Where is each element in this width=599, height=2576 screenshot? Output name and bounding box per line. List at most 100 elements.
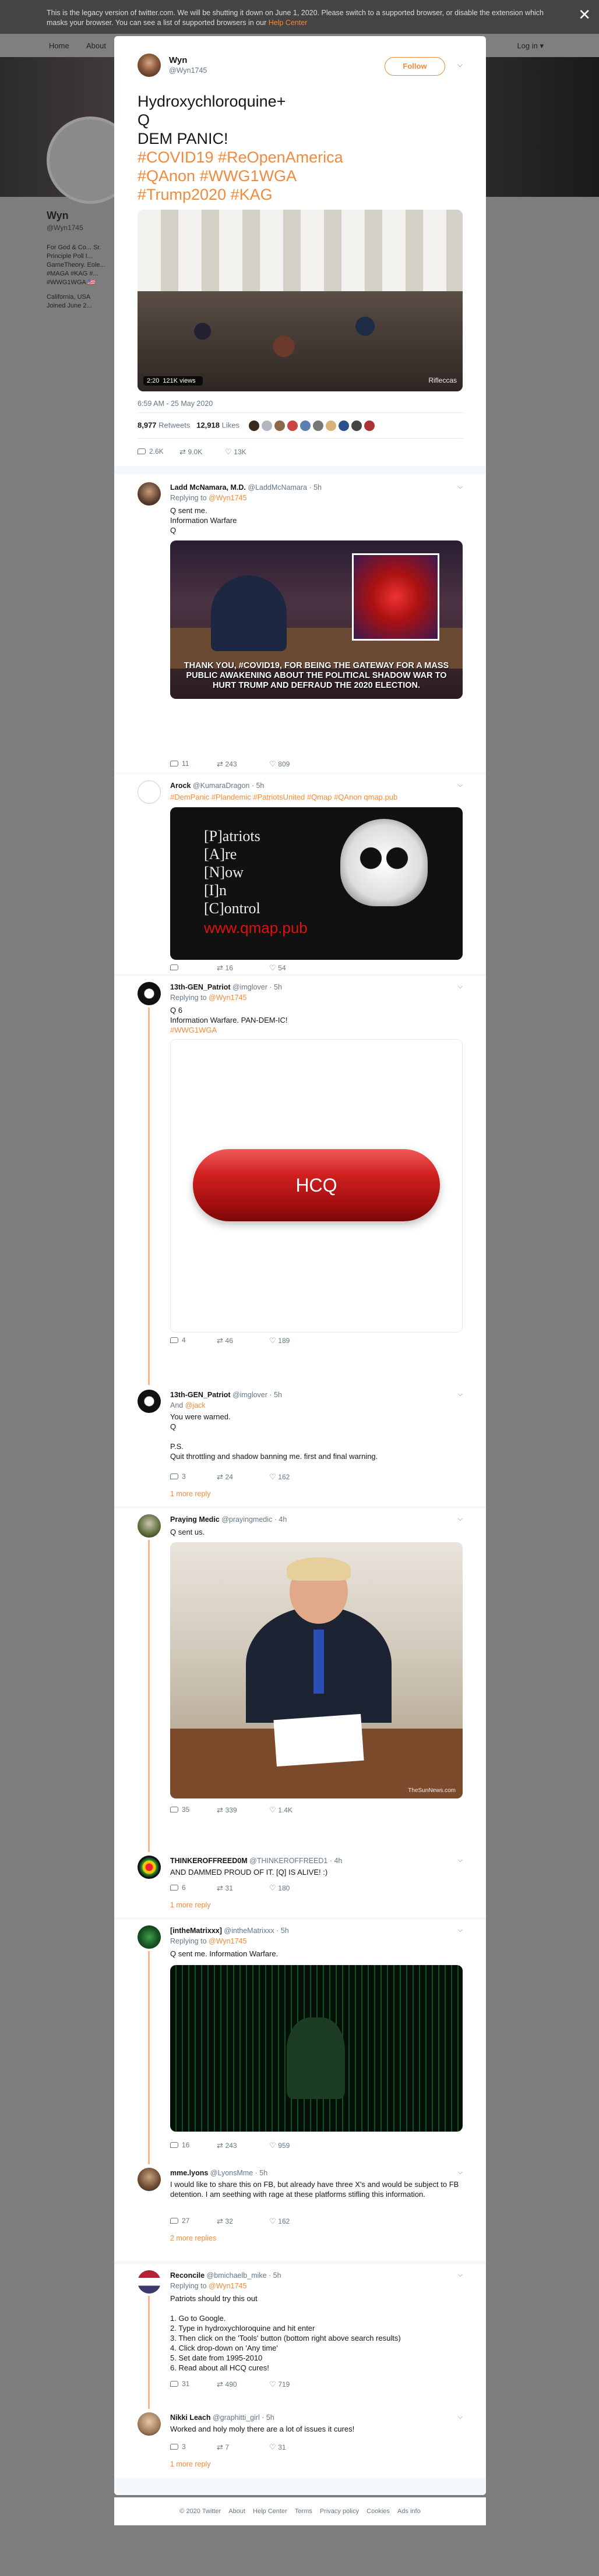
more-replies-link[interactable]: 2 more replies bbox=[170, 2234, 216, 2242]
retweet-action[interactable]: ⇄ 7 bbox=[217, 2443, 229, 2452]
more-replies-link[interactable]: 1 more reply bbox=[170, 2460, 210, 2468]
retweet-action[interactable]: ⇄ 490 bbox=[217, 2380, 237, 2389]
avatar[interactable] bbox=[248, 421, 259, 431]
chevron-down-icon[interactable]: ⌵ bbox=[458, 1391, 463, 1398]
tweet-image[interactable]: HCQ bbox=[170, 1039, 463, 1333]
like-action[interactable]: ♡ 959 bbox=[269, 2141, 290, 2150]
reply-action[interactable]: 3 bbox=[170, 2443, 186, 2451]
like-action[interactable]: ♡ 162 bbox=[269, 1472, 290, 1482]
avatar[interactable] bbox=[138, 2412, 161, 2436]
retweet-count[interactable]: 8,977 bbox=[138, 421, 157, 429]
retweet-action[interactable]: ⇄ 243 bbox=[217, 759, 237, 769]
nav-home[interactable]: Home bbox=[49, 41, 69, 50]
retweet-action[interactable]: ⇄ 243 bbox=[217, 2141, 237, 2150]
like-action[interactable]: ♡ 809 bbox=[269, 759, 290, 769]
avatar[interactable] bbox=[300, 421, 311, 431]
like-action[interactable]: ♡ 719 bbox=[269, 2380, 290, 2389]
chevron-down-icon[interactable]: ⌵ bbox=[458, 2414, 463, 2421]
reply-action[interactable]: 31 bbox=[170, 2380, 189, 2388]
reply-action[interactable]: 6 bbox=[170, 1884, 186, 1892]
like-action[interactable]: ♡ 1.4K bbox=[269, 1805, 293, 1815]
replying-to-link[interactable]: @Wyn1745 bbox=[209, 494, 246, 502]
chevron-down-icon[interactable]: ⌵ bbox=[458, 782, 463, 789]
footer-help-link[interactable]: Help Center bbox=[253, 2508, 287, 2515]
reply-action[interactable]: 35 bbox=[170, 1805, 189, 1814]
avatar[interactable] bbox=[287, 421, 298, 431]
reply-hashtags[interactable]: #DemPanic #Plandemic #PatriotsUnited #Qm… bbox=[170, 793, 397, 801]
retweet-action[interactable]: ⇄ 24 bbox=[217, 1472, 233, 1482]
close-icon[interactable]: ✕ bbox=[578, 7, 591, 22]
chevron-down-icon[interactable]: ⌵ bbox=[458, 1927, 463, 1934]
chevron-down-icon[interactable]: ⌵ bbox=[458, 2271, 463, 2279]
like-action[interactable]: ♡ 13K bbox=[225, 447, 246, 457]
avatar[interactable] bbox=[138, 780, 161, 804]
like-count[interactable]: 12,918 bbox=[196, 421, 220, 429]
like-action[interactable]: ♡ 54 bbox=[269, 963, 286, 973]
author-name[interactable]: Wyn bbox=[169, 55, 187, 65]
replying-to-link[interactable]: @Wyn1745 bbox=[209, 1937, 246, 1945]
avatar[interactable] bbox=[338, 421, 349, 431]
avatar[interactable] bbox=[325, 421, 336, 431]
tweet-video[interactable]: 2:20 121K views Rifleccas bbox=[138, 210, 463, 391]
footer-cookies-link[interactable]: Cookies bbox=[367, 2508, 390, 2515]
tweet-timestamp[interactable]: 6:59 AM - 25 May 2020 bbox=[138, 400, 213, 408]
reply-action[interactable]: 27 bbox=[170, 2217, 189, 2225]
avatar[interactable] bbox=[138, 1925, 161, 1949]
avatar[interactable] bbox=[138, 2270, 161, 2294]
reply-tweet[interactable]: Nikki Leach @graphitti_girl · 5h ⌵ Worke… bbox=[114, 2409, 486, 2478]
nav-login[interactable]: Log in ▾ bbox=[517, 41, 544, 51]
retweet-action[interactable]: ⇄ 9.0K bbox=[179, 447, 202, 457]
avatar[interactable] bbox=[261, 421, 272, 431]
avatar[interactable] bbox=[274, 421, 285, 431]
retweet-action[interactable]: ⇄ 339 bbox=[217, 1805, 237, 1815]
footer-about-link[interactable]: About bbox=[228, 2508, 245, 2515]
retweet-action[interactable]: ⇄ 46 bbox=[217, 1336, 233, 1345]
reply-action[interactable]: 3 bbox=[170, 1472, 186, 1480]
follow-button[interactable]: Follow bbox=[385, 57, 445, 76]
reply-author[interactable]: Reconcile @bmichaelb_mike · 5h bbox=[170, 2271, 281, 2280]
tweet-image[interactable] bbox=[170, 1965, 463, 2132]
tweet-image[interactable]: [P]atriots [A]re [N]ow [I]n [C]ontrol ww… bbox=[170, 807, 463, 960]
chevron-down-icon[interactable]: ⌵ bbox=[458, 2169, 463, 2176]
avatar[interactable] bbox=[312, 421, 323, 431]
reply-author[interactable]: [intheMatrixxx] @intheMatrixxx · 5h bbox=[170, 1927, 289, 1935]
avatar[interactable] bbox=[138, 1390, 161, 1413]
like-action[interactable]: ♡ 180 bbox=[269, 1884, 290, 1893]
nav-about[interactable]: About bbox=[86, 41, 106, 50]
footer-ads-link[interactable]: Ads info bbox=[397, 2508, 421, 2515]
chevron-down-icon[interactable]: ⌵ bbox=[458, 1857, 463, 1864]
tweet-image[interactable]: THANK YOU, #COVID19, FOR BEING THE GATEW… bbox=[170, 540, 463, 699]
reply-author[interactable]: Ladd McNamara, M.D. @LaddMcNamara · 5h bbox=[170, 483, 322, 492]
retweet-action[interactable]: ⇄ 31 bbox=[217, 1884, 233, 1893]
tweet-hashtags[interactable]: #QAnon #WWG1WGA bbox=[138, 167, 464, 185]
reply-hashtag[interactable]: #WWG1WGA bbox=[170, 1025, 461, 1035]
reply-action[interactable]: 4 bbox=[170, 1336, 186, 1344]
footer-privacy-link[interactable]: Privacy policy bbox=[320, 2508, 359, 2515]
reply-tweet[interactable]: THINKEROFFREED0M @THINKEROFFREED1 · 4h ⌵… bbox=[114, 1852, 486, 1917]
reply-tweet[interactable]: mme.lyons @LyonsMme · 5h ⌵ I would like … bbox=[114, 2164, 486, 2261]
chevron-down-icon[interactable]: ⌵ bbox=[458, 483, 463, 491]
reply-tweet[interactable]: 13th-GEN_Patriot @imglover · 5h ⌵ And @j… bbox=[114, 1385, 486, 1506]
more-replies-link[interactable]: 1 more reply bbox=[170, 1490, 210, 1498]
avatar[interactable] bbox=[351, 421, 362, 431]
replying-to-link[interactable]: @Wyn1745 bbox=[209, 2282, 246, 2290]
reply-author[interactable]: THINKEROFFREED0M @THINKEROFFREED1 · 4h bbox=[170, 1857, 342, 1865]
reply-action[interactable]: 2.6K bbox=[138, 447, 164, 455]
avatar[interactable] bbox=[138, 482, 161, 506]
chevron-down-icon[interactable]: ⌵ bbox=[458, 1515, 463, 1523]
reply-author[interactable]: Nikki Leach @graphitti_girl · 5h bbox=[170, 2414, 274, 2422]
avatar[interactable] bbox=[138, 982, 161, 1005]
avatar[interactable] bbox=[138, 1856, 161, 1879]
reply-tweet[interactable]: [intheMatrixxx] @intheMatrixxx · 5h ⌵ Re… bbox=[114, 1920, 486, 2167]
avatar[interactable] bbox=[138, 54, 161, 77]
reply-author[interactable]: mme.lyons @LyonsMme · 5h bbox=[170, 2169, 267, 2177]
reply-tweet[interactable]: Reconcile @bmichaelb_mike · 5h ⌵ Replyin… bbox=[114, 2264, 486, 2411]
like-action[interactable]: ♡ 189 bbox=[269, 1336, 290, 1345]
chevron-down-icon[interactable]: ⌵ bbox=[457, 61, 463, 69]
avatar[interactable] bbox=[364, 421, 375, 431]
replying-to-link[interactable]: @Wyn1745 bbox=[209, 994, 246, 1002]
more-replies-link[interactable]: 1 more reply bbox=[170, 1901, 210, 1909]
chevron-down-icon[interactable]: ⌵ bbox=[458, 983, 463, 991]
reply-tweet[interactable]: Ladd McNamara, M.D. @LaddMcNamara · 5h ⌵… bbox=[114, 474, 486, 772]
mention-link[interactable]: @jack bbox=[185, 1401, 206, 1409]
